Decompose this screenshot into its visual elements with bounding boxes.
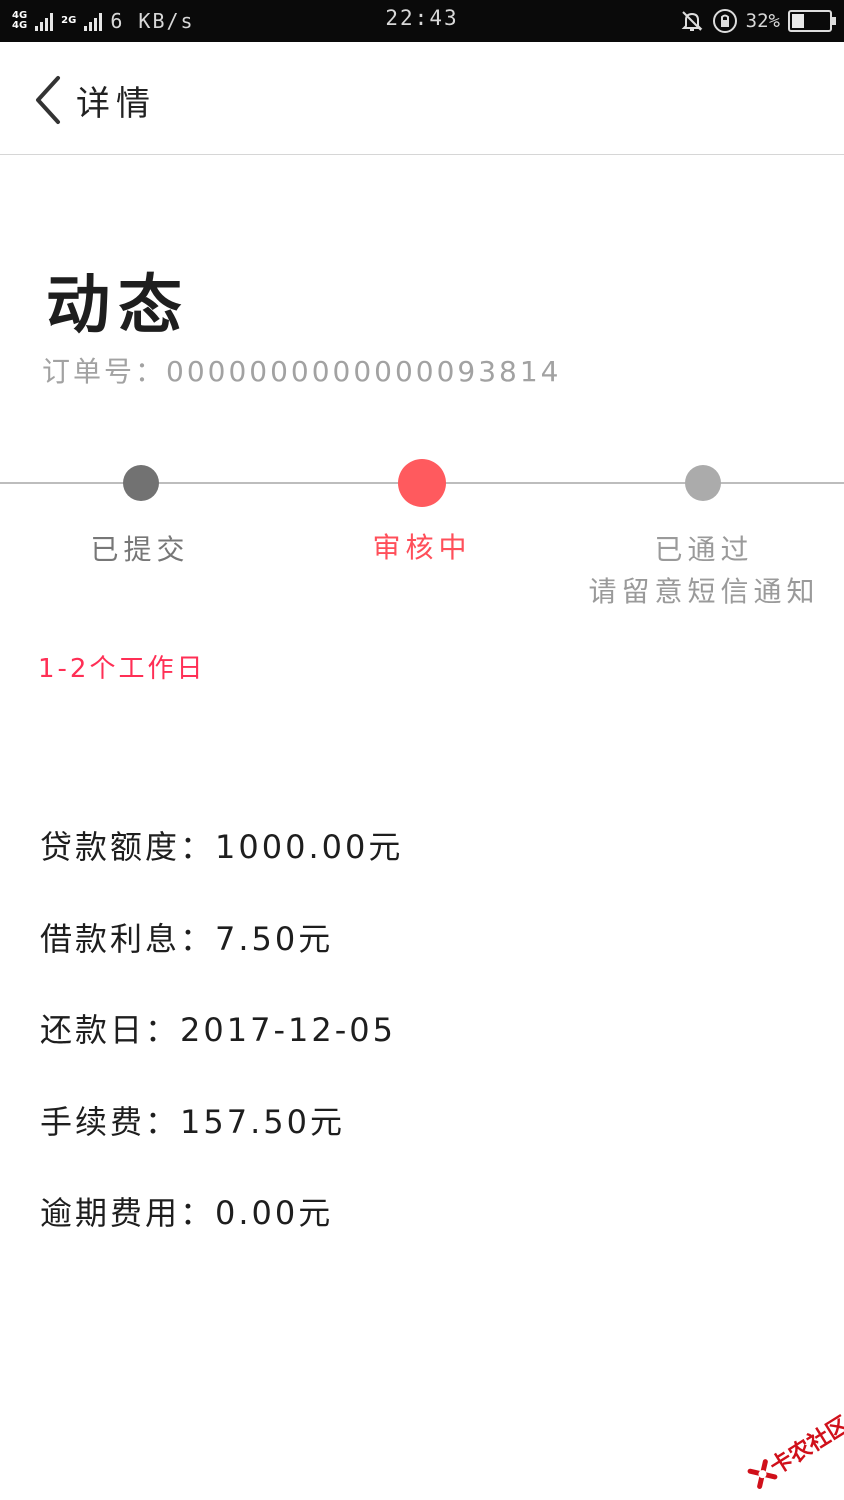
- detail-value: 157.50元: [180, 1102, 345, 1141]
- loan-details: 贷款额度：1000.00元 借款利息：7.50元 还款日：2017-12-05 …: [40, 822, 403, 1280]
- battery-icon: [788, 10, 836, 32]
- status-right: 32%: [680, 7, 836, 35]
- order-number-row: 订单号：0000000000000093814: [42, 350, 562, 390]
- app-header: 详情: [0, 42, 844, 155]
- detail-row-repayment-date: 还款日：2017-12-05: [40, 1005, 403, 1097]
- detail-value: 7.50元: [215, 919, 334, 958]
- chevron-left-icon: [36, 76, 60, 124]
- detail-row-interest: 借款利息：7.50元: [40, 914, 403, 1006]
- watermark-text: 卡农社区: [765, 1411, 844, 1480]
- step-dot-submitted: [123, 465, 159, 501]
- step-dot-approved: [685, 465, 721, 501]
- page-title: 动态: [46, 269, 190, 343]
- detail-label: 贷款额度：: [40, 828, 216, 866]
- step-label-approved: 已通过: [654, 533, 754, 566]
- detail-row-loan-amount: 贷款额度：1000.00元: [40, 822, 403, 914]
- detail-label: 还款日：: [40, 1011, 181, 1049]
- detail-row-overdue-fee: 逾期费用：0.00元: [40, 1188, 403, 1280]
- status-bar: 4G 4G 2G 6 KB/s 22:43 32%: [0, 0, 844, 42]
- watermark: 卡农社区: [725, 1386, 844, 1500]
- battery-level-fill: [792, 14, 804, 28]
- processing-time-note: 1-2个工作日: [38, 654, 206, 684]
- step-label-submitted: 已提交: [90, 533, 190, 566]
- step-dot-reviewing: [398, 459, 446, 507]
- battery-percent: 32%: [745, 10, 780, 32]
- order-number-value: 0000000000000093814: [166, 355, 562, 388]
- step-sublabel-approved: 请留意短信通知: [588, 575, 820, 608]
- header-title: 详情: [76, 84, 156, 124]
- step-label-reviewing: 审核中: [372, 531, 472, 564]
- detail-row-service-fee: 手续费：157.50元: [40, 1097, 403, 1189]
- back-button[interactable]: [30, 74, 66, 126]
- detail-label: 手续费：: [40, 1102, 181, 1141]
- detail-value: 1000.00元: [215, 828, 404, 866]
- detail-value: 2017-12-05: [180, 1011, 396, 1049]
- order-number-label: 订单号：: [42, 355, 167, 388]
- detail-label: 逾期费用：: [40, 1194, 216, 1232]
- rotation-lock-icon: [712, 9, 737, 33]
- detail-value: 0.00元: [215, 1194, 334, 1232]
- mute-bell-icon: [681, 11, 703, 31]
- detail-label: 借款利息：: [40, 919, 216, 958]
